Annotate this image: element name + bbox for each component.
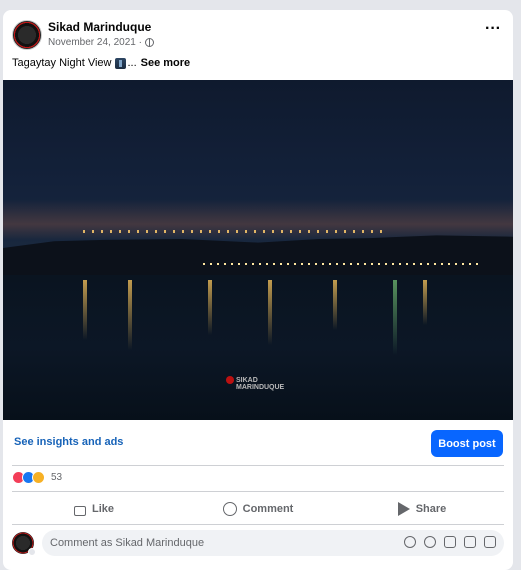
photo-watermark: SIKAD MARINDUQUE bbox=[226, 376, 284, 391]
share-label: Share bbox=[415, 503, 447, 515]
post-caption: Tagaytay Night View ... See more bbox=[12, 57, 190, 69]
comment-composer bbox=[12, 530, 504, 560]
post-photo[interactable]: SIKAD MARINDUQUE bbox=[3, 80, 513, 420]
share-arrow-icon bbox=[397, 502, 410, 516]
photo-water bbox=[3, 275, 513, 420]
like-label: Like bbox=[91, 503, 114, 515]
divider bbox=[12, 465, 504, 466]
post-date[interactable]: November 24, 2021 · bbox=[48, 37, 142, 48]
night-city-emoji-icon bbox=[115, 57, 127, 69]
author-name[interactable]: Sikad Marinduque bbox=[48, 20, 151, 34]
emoji-icon[interactable] bbox=[424, 536, 436, 548]
photo-reflection bbox=[393, 280, 397, 355]
reaction-count: 53 bbox=[51, 472, 63, 483]
post-header: Sikad Marinduque November 24, 2021 · ··· bbox=[3, 10, 513, 56]
post-actions: Like Comment Share bbox=[12, 494, 504, 524]
thumbs-up-icon bbox=[73, 505, 86, 516]
caption-ellipsis: ... bbox=[127, 57, 137, 69]
camera-icon[interactable] bbox=[444, 536, 456, 548]
watermark-line2: MARINDUQUE bbox=[236, 384, 285, 391]
chevron-down-icon[interactable] bbox=[28, 548, 36, 556]
comment-label: Comment bbox=[242, 503, 294, 515]
comment-button[interactable]: Comment bbox=[176, 494, 340, 524]
watermark-logo-icon bbox=[226, 376, 234, 384]
photo-reflection bbox=[423, 280, 427, 325]
divider bbox=[12, 524, 504, 525]
see-more-link[interactable]: See more bbox=[141, 57, 191, 69]
comment-tools bbox=[404, 536, 496, 548]
more-options-button[interactable]: ··· bbox=[485, 21, 501, 37]
photo-shore-lights bbox=[203, 263, 483, 265]
author-avatar[interactable] bbox=[12, 20, 42, 50]
photo-city-lights bbox=[83, 230, 383, 233]
boost-post-button[interactable]: Boost post bbox=[431, 430, 503, 457]
divider bbox=[12, 491, 504, 492]
post-card: Sikad Marinduque November 24, 2021 · ···… bbox=[3, 10, 513, 570]
like-button[interactable]: Like bbox=[12, 494, 176, 524]
photo-reflection bbox=[268, 280, 272, 345]
avatar-sticker-icon[interactable] bbox=[404, 536, 416, 548]
caption-text: Tagaytay Night View bbox=[12, 57, 112, 69]
wow-reaction-icon bbox=[32, 471, 45, 484]
reaction-summary[interactable]: 53 bbox=[12, 471, 62, 484]
globe-icon bbox=[144, 38, 154, 47]
photo-reflection bbox=[83, 280, 87, 340]
comment-bubble-icon bbox=[222, 502, 237, 516]
post-meta: November 24, 2021 · bbox=[48, 37, 154, 48]
sticker-icon[interactable] bbox=[484, 536, 496, 548]
gif-icon[interactable] bbox=[464, 536, 476, 548]
share-button[interactable]: Share bbox=[340, 494, 504, 524]
photo-horizon-glow bbox=[3, 200, 513, 240]
watermark-line1: SIKAD bbox=[236, 376, 258, 384]
photo-reflection bbox=[128, 280, 132, 350]
see-insights-link[interactable]: See insights and ads bbox=[14, 436, 123, 448]
photo-reflection bbox=[333, 280, 337, 330]
photo-reflection bbox=[208, 280, 212, 335]
